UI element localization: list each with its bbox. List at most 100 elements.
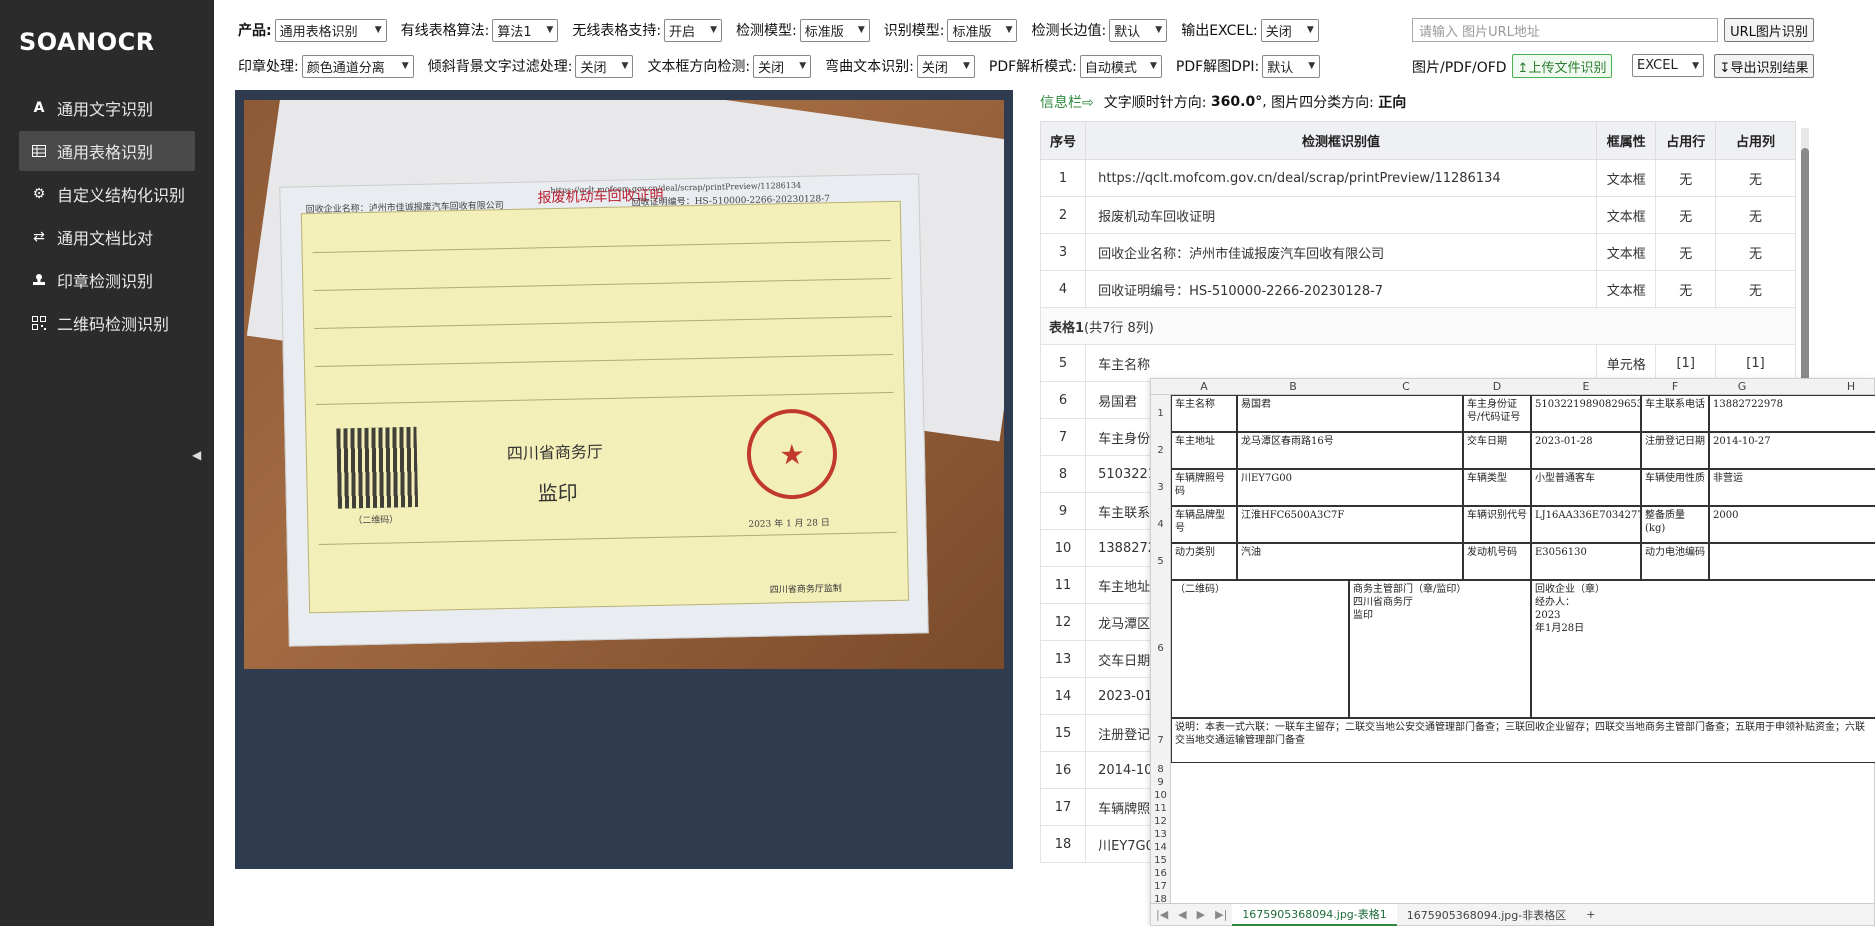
- last-sheet-icon[interactable]: ▶|: [1215, 908, 1227, 921]
- sheet-row-label[interactable]: 8: [1151, 763, 1171, 776]
- sheet-cell[interactable]: 车主联系电话: [1641, 395, 1709, 432]
- sheet-col-label[interactable]: H: [1775, 380, 1875, 393]
- sheet-cell[interactable]: 车主地址: [1171, 432, 1237, 469]
- sheet-cell[interactable]: 2014-10-27: [1709, 432, 1875, 469]
- sheet-cell[interactable]: 川EY7G00: [1237, 469, 1463, 506]
- sheet-col-label[interactable]: G: [1709, 380, 1775, 393]
- sheet-row-label[interactable]: 12: [1151, 815, 1171, 828]
- first-sheet-icon[interactable]: |◀: [1156, 908, 1168, 921]
- sheet-col-label[interactable]: E: [1531, 380, 1641, 393]
- sidebar-item-text-ocr[interactable]: A 通用文字识别: [19, 88, 195, 128]
- sheet-cell[interactable]: 2023-01-28: [1531, 432, 1641, 469]
- sidebar-item-doc-compare[interactable]: ⇄ 通用文档比对: [19, 217, 195, 257]
- sheet-cell[interactable]: 车辆识别代号: [1463, 506, 1531, 543]
- sheet-col-label[interactable]: D: [1463, 380, 1531, 393]
- sheet-cell[interactable]: 江淮HFC6500A3C7F: [1237, 506, 1463, 543]
- sheet-tab-table1[interactable]: 1675905368094.jpg-表格1: [1232, 903, 1397, 926]
- sheet-cell[interactable]: 发动机号码: [1463, 543, 1531, 580]
- sheet-col-label[interactable]: F: [1641, 380, 1709, 393]
- sheet-cell[interactable]: 车主身份证号/代码证号: [1463, 395, 1531, 432]
- box-direction-select[interactable]: 关闭 ▼: [753, 54, 812, 78]
- sheet-row-label[interactable]: 15: [1151, 854, 1171, 867]
- table-row[interactable]: 5 车主名称 单元格 [1] [1]: [1039, 344, 1797, 382]
- sidebar-item-qrcode-detect[interactable]: 二维码检测识别: [19, 303, 195, 343]
- table-row[interactable]: 2 报废机动车回收证明 文本框无无: [1039, 196, 1797, 234]
- sheet-cell[interactable]: 汽油: [1237, 543, 1463, 580]
- url-input[interactable]: 请输入 图片URL地址: [1412, 18, 1718, 42]
- sheet-row-label[interactable]: 10: [1151, 789, 1171, 802]
- row-rows-cell: 无: [1655, 196, 1716, 234]
- scrollbar-thumb[interactable]: [1801, 148, 1809, 398]
- export-format-select[interactable]: EXCEL ▼: [1632, 54, 1704, 77]
- sheet-cell[interactable]: 车辆牌照号码: [1171, 469, 1237, 506]
- pdf-dpi-select[interactable]: 默认 ▼: [1262, 54, 1321, 78]
- sheet-cell[interactable]: 易国君: [1237, 395, 1463, 432]
- sheet-cell[interactable]: 说明：本表一式六联：一联车主留存；二联交当地公安交通管理部门备查；三联回收企业留…: [1171, 718, 1875, 763]
- sidebar-item-table-ocr[interactable]: 通用表格识别: [19, 131, 195, 171]
- sheet-row-label[interactable]: 16: [1151, 867, 1171, 880]
- sheet-cell[interactable]: 车辆类型: [1463, 469, 1531, 506]
- sheet-row-label[interactable]: 4: [1151, 506, 1171, 543]
- sheet-cell[interactable]: 2000: [1709, 506, 1875, 543]
- upload-file-button[interactable]: ↥上传文件识别: [1512, 54, 1612, 78]
- sheet-row-label[interactable]: 13: [1151, 828, 1171, 841]
- sheet-row-label[interactable]: 5: [1151, 543, 1171, 580]
- sheet-row-label[interactable]: 2: [1151, 432, 1171, 469]
- sheet-cell[interactable]: 动力类别: [1171, 543, 1237, 580]
- export-result-button[interactable]: ↧导出识别结果: [1714, 54, 1814, 78]
- wireless-table-select[interactable]: 开启 ▼: [664, 18, 723, 42]
- wired-algo-select[interactable]: 算法1 ▼: [492, 18, 559, 42]
- sheet-col-label[interactable]: B: [1237, 380, 1349, 393]
- sheet-cell[interactable]: 510322198908296536: [1531, 395, 1641, 432]
- table-row[interactable]: 4 回收证明编号：HS-510000-2266-20230128-7 文本框无无: [1039, 270, 1797, 308]
- sheet-cell[interactable]: 龙马潭区春雨路16号: [1237, 432, 1463, 469]
- sheet-cell[interactable]: 商务主管部门（章/监印） 四川省商务厅 监印: [1349, 580, 1531, 718]
- sheet-cell[interactable]: 整备质量(kg): [1641, 506, 1709, 543]
- collapse-arrow-icon[interactable]: ◀: [192, 448, 201, 462]
- sheet-row-label[interactable]: 6: [1151, 580, 1171, 718]
- sheet-cell[interactable]: E3056130: [1531, 543, 1641, 580]
- sheet-cell[interactable]: 车主名称: [1171, 395, 1237, 432]
- url-recognize-button[interactable]: URL图片识别: [1724, 18, 1814, 42]
- product-select[interactable]: 通用表格识别 ▼: [274, 18, 387, 42]
- sheet-col-label[interactable]: A: [1171, 380, 1237, 393]
- box-direction-label: 文本框方向检测:: [647, 59, 751, 75]
- doc-rule: [313, 277, 892, 292]
- sheet-cell[interactable]: 回收企业（章） 经办人： 2023 年1月28日: [1531, 580, 1875, 718]
- sheet-tab-non-table[interactable]: 1675905368094.jpg-非表格区: [1397, 904, 1576, 926]
- long-side-select[interactable]: 默认 ▼: [1109, 18, 1168, 42]
- sheet-cell[interactable]: 交车日期: [1463, 432, 1531, 469]
- output-excel-select[interactable]: 关闭 ▼: [1260, 18, 1319, 42]
- sheet-row-label[interactable]: 7: [1151, 718, 1171, 763]
- detect-model-select[interactable]: 标准版 ▼: [799, 18, 870, 42]
- pdf-mode-select[interactable]: 自动模式 ▼: [1079, 54, 1162, 78]
- sidebar-item-custom-structured[interactable]: ⚙ 自定义结构化识别: [19, 174, 195, 214]
- tilt-filter-select[interactable]: 关闭 ▼: [575, 54, 634, 78]
- sheet-cell[interactable]: [1709, 543, 1875, 580]
- recog-model-select[interactable]: 标准版 ▼: [947, 18, 1018, 42]
- sheet-row-label[interactable]: 9: [1151, 776, 1171, 789]
- sheet-row-label[interactable]: 14: [1151, 841, 1171, 854]
- next-sheet-icon[interactable]: ▶: [1197, 908, 1205, 921]
- prev-sheet-icon[interactable]: ◀: [1178, 908, 1186, 921]
- sheet-row-label[interactable]: 17: [1151, 880, 1171, 893]
- curved-text-select[interactable]: 关闭 ▼: [916, 54, 975, 78]
- add-sheet-button[interactable]: +: [1576, 904, 1605, 926]
- sheet-cell[interactable]: 车辆品牌型号: [1171, 506, 1237, 543]
- sheet-cell[interactable]: （二维码）: [1171, 580, 1349, 718]
- sheet-cell[interactable]: 非营运: [1709, 469, 1875, 506]
- sheet-col-label[interactable]: C: [1349, 380, 1463, 393]
- sheet-cell[interactable]: 注册登记日期: [1641, 432, 1709, 469]
- sheet-cell[interactable]: 动力电池编码: [1641, 543, 1709, 580]
- sheet-cell[interactable]: 13882722978: [1709, 395, 1875, 432]
- sheet-row-label[interactable]: 11: [1151, 802, 1171, 815]
- table-row[interactable]: 1 https://qclt.mofcom.gov.cn/deal/scrap/p…: [1039, 159, 1797, 197]
- sheet-cell[interactable]: LJ16AA336E7034277: [1531, 506, 1641, 543]
- sidebar-item-seal-detect[interactable]: 印章检测识别: [19, 260, 195, 300]
- sheet-row-label[interactable]: 3: [1151, 469, 1171, 506]
- sheet-cell[interactable]: 小型普通客车: [1531, 469, 1641, 506]
- table-row[interactable]: 3 回收企业名称：泸州市佳诚报废汽车回收有限公司 文本框无无: [1039, 233, 1797, 271]
- seal-process-select[interactable]: 颜色通道分离 ▼: [301, 54, 414, 78]
- sheet-cell[interactable]: 车辆使用性质: [1641, 469, 1709, 506]
- sheet-row-label[interactable]: 1: [1151, 395, 1171, 432]
